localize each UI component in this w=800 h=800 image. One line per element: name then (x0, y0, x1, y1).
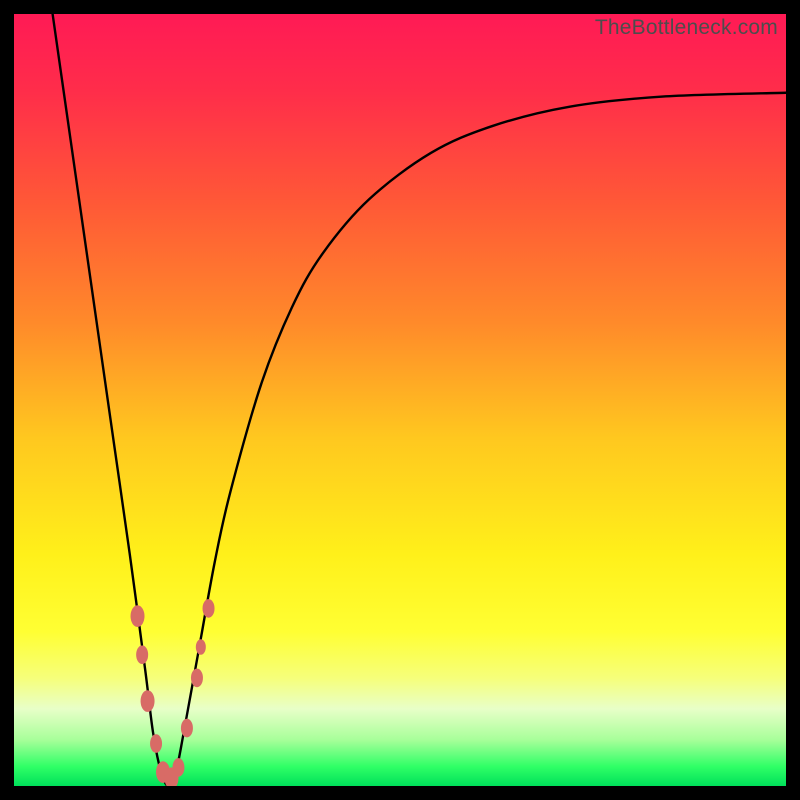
curve-marker (172, 758, 184, 777)
bottleneck-curve (53, 14, 786, 786)
curve-marker (203, 599, 215, 618)
plot-area: TheBottleneck.com (14, 14, 786, 786)
curve-marker (141, 690, 155, 712)
curve-marker (191, 669, 203, 688)
watermark-text: TheBottleneck.com (595, 16, 778, 40)
chart-frame: TheBottleneck.com (0, 0, 800, 800)
curve-marker (150, 734, 162, 753)
curve-marker (181, 719, 193, 738)
curve-marker (196, 639, 206, 655)
curve-marker (131, 605, 145, 627)
curve-layer (14, 14, 786, 786)
curve-marker (136, 645, 148, 664)
